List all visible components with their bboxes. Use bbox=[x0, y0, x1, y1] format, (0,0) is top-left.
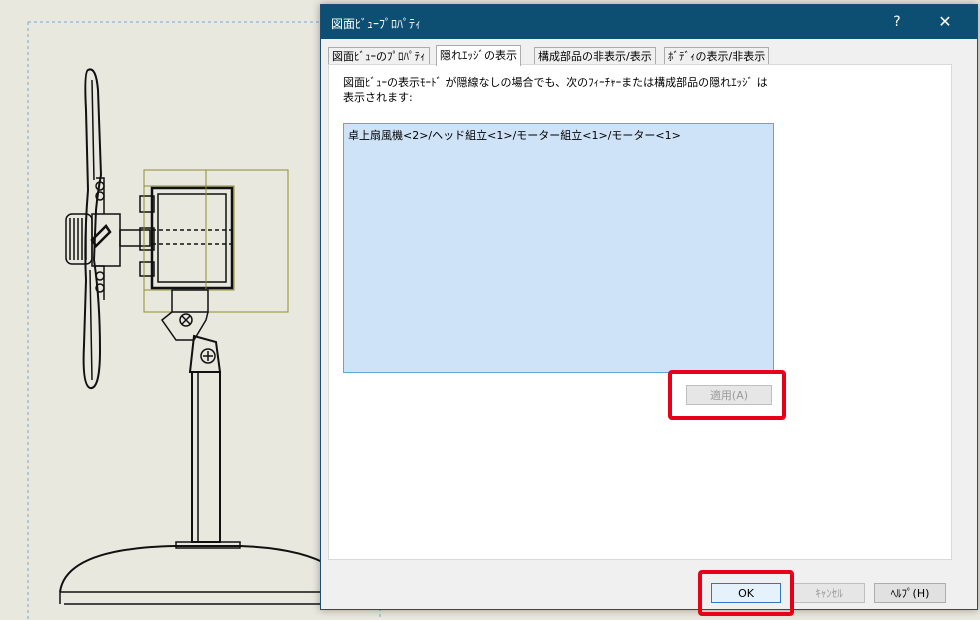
apply-button-highlight bbox=[668, 370, 786, 420]
tab-show-hide-bodies[interactable]: ﾎﾞﾃﾞｨの表示/非表示 bbox=[664, 47, 770, 65]
description-line-1: 図面ﾋﾞｭｰの表示ﾓｰﾄﾞ が隠線なしの場合でも、次のﾌｨｰﾁｬｰまたは構成部品… bbox=[343, 76, 768, 89]
drawing-view-properties-dialog: 図面ﾋﾞｭｰﾌﾟﾛﾊﾟﾃｨ ? ✕ 図面ﾋﾞｭｰのﾌﾟﾛﾊﾟﾃｨ 隠れｴｯｼﾞの… bbox=[320, 4, 978, 610]
description-text: 図面ﾋﾞｭｰの表示ﾓｰﾄﾞ が隠線なしの場合でも、次のﾌｨｰﾁｬｰまたは構成部品… bbox=[343, 75, 768, 105]
close-icon[interactable]: ✕ bbox=[925, 9, 965, 35]
title-bar: 図面ﾋﾞｭｰﾌﾟﾛﾊﾟﾃｨ ? ✕ bbox=[321, 5, 977, 39]
cancel-button[interactable]: ｷｬﾝｾﾙ bbox=[793, 583, 865, 603]
tab-panel: 図面ﾋﾞｭｰの表示ﾓｰﾄﾞ が隠線なしの場合でも、次のﾌｨｰﾁｬｰまたは構成部品… bbox=[328, 64, 952, 560]
hidden-edges-list[interactable]: 卓上扇風機<2>/ヘッド組立<1>/モーター組立<1>/モーター<1> bbox=[343, 123, 774, 373]
description-line-2: 表示されます: bbox=[343, 91, 413, 104]
tab-drawing-view-properties[interactable]: 図面ﾋﾞｭｰのﾌﾟﾛﾊﾟﾃｨ bbox=[328, 47, 430, 65]
help-button[interactable]: ﾍﾙﾌﾟ(H) bbox=[874, 583, 946, 603]
tab-show-hidden-edges[interactable]: 隠れｴｯｼﾞの表示 bbox=[436, 45, 521, 66]
ok-button-highlight bbox=[698, 570, 794, 616]
tab-hide-show-components[interactable]: 構成部品の非表示/表示 bbox=[534, 47, 656, 65]
help-icon[interactable]: ? bbox=[877, 9, 917, 35]
list-item[interactable]: 卓上扇風機<2>/ヘッド組立<1>/モーター組立<1>/モーター<1> bbox=[348, 127, 681, 143]
dialog-title: 図面ﾋﾞｭｰﾌﾟﾛﾊﾟﾃｨ bbox=[331, 17, 422, 31]
fan-drawing bbox=[59, 68, 331, 605]
